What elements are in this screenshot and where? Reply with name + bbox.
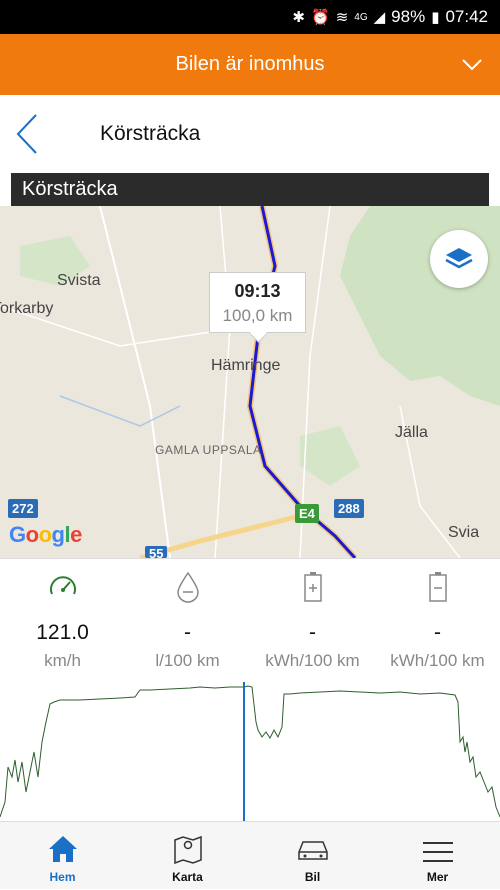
section-header: Körsträcka <box>11 173 489 206</box>
stat-unit: l/100 km <box>155 651 220 670</box>
map-label: Svista <box>57 272 101 289</box>
road-sign: 272 <box>8 499 38 518</box>
tab-label: Karta <box>172 870 203 884</box>
nav-bar: Körsträcka <box>0 95 500 171</box>
tab-home[interactable]: Hem <box>0 822 125 890</box>
car-icon <box>297 841 328 860</box>
stat-speed: 121.0 km/h <box>0 559 125 671</box>
stat-unit: km/h <box>44 651 81 670</box>
tab-more[interactable]: Mer <box>375 822 500 890</box>
back-arrow-icon[interactable] <box>14 113 42 155</box>
speed-chart[interactable] <box>0 682 500 822</box>
stat-value: - <box>184 621 191 644</box>
map-label: Torkarby <box>0 300 54 317</box>
banner-title: Bilen är inomhus <box>175 53 325 75</box>
road-sign: 55 <box>145 546 168 558</box>
bluetooth-icon: ✱ <box>292 9 305 26</box>
signal-icon: ◢ <box>373 9 386 26</box>
google-logo: Google <box>9 522 82 547</box>
tab-map[interactable]: Karta <box>125 822 250 890</box>
road-sign: E4 <box>295 504 319 523</box>
bottom-tab-bar: Hem Karta Bil Mer <box>0 821 500 889</box>
stat-value: 121.0 <box>36 621 89 644</box>
stat-energy-charge: - kWh/100 km <box>250 559 375 671</box>
clock: 07:42 <box>445 7 488 26</box>
battery-icon: ▮ <box>431 9 440 26</box>
layers-icon <box>445 248 473 269</box>
tab-label: Mer <box>426 870 449 884</box>
map-view[interactable]: Svista Torkarby Hämringe GAMLA UPPSALA J… <box>0 206 500 558</box>
trip-stats: 121.0 km/h - l/100 km - kWh/100 km - kWh… <box>0 558 500 682</box>
stat-unit: kWh/100 km <box>265 651 360 670</box>
home-icon <box>48 836 77 862</box>
battery-minus-icon <box>428 572 447 602</box>
map-icon <box>173 835 202 864</box>
tooltip-distance: 100,0 km <box>222 306 293 325</box>
tooltip-time: 09:13 <box>234 281 281 301</box>
stat-value: - <box>434 621 441 644</box>
stat-energy-use: - kWh/100 km <box>375 559 500 671</box>
tab-label: Hem <box>49 870 76 884</box>
chevron-down-icon[interactable] <box>460 52 484 76</box>
map-background <box>0 206 500 558</box>
stat-fuel: - l/100 km <box>125 559 250 671</box>
page-title: Körsträcka <box>100 122 201 145</box>
battery-percent: 98% <box>391 7 426 26</box>
road-sign: 288 <box>334 499 364 518</box>
tab-car[interactable]: Bil <box>250 822 375 890</box>
map-layers-button[interactable] <box>430 230 488 288</box>
map-label: Hämringe <box>211 357 281 374</box>
map-label: Svia <box>448 524 480 541</box>
battery-plus-icon <box>303 572 322 602</box>
alarm-icon: ⏰ <box>311 9 330 26</box>
status-bar: ✱ ⏰ ≋ 4G ◢ 98% ▮ 07:42 <box>0 0 500 34</box>
wifi-icon: ≋ <box>335 9 349 26</box>
stat-value: - <box>309 621 316 644</box>
tab-label: Bil <box>304 870 321 884</box>
map-label: Jälla <box>395 424 428 441</box>
speed-chart-svg <box>0 682 500 822</box>
speedometer-icon <box>49 576 76 595</box>
car-status-banner[interactable]: Bilen är inomhus <box>0 34 500 95</box>
stat-unit: kWh/100 km <box>390 651 485 670</box>
speed-line <box>0 685 500 818</box>
map-label: GAMLA UPPSALA <box>155 443 262 457</box>
network-type: 4G <box>354 11 368 23</box>
map-marker-tooltip: 09:13 100,0 km <box>209 272 306 333</box>
menu-icon <box>422 842 453 862</box>
fuel-drop-icon <box>176 571 199 603</box>
